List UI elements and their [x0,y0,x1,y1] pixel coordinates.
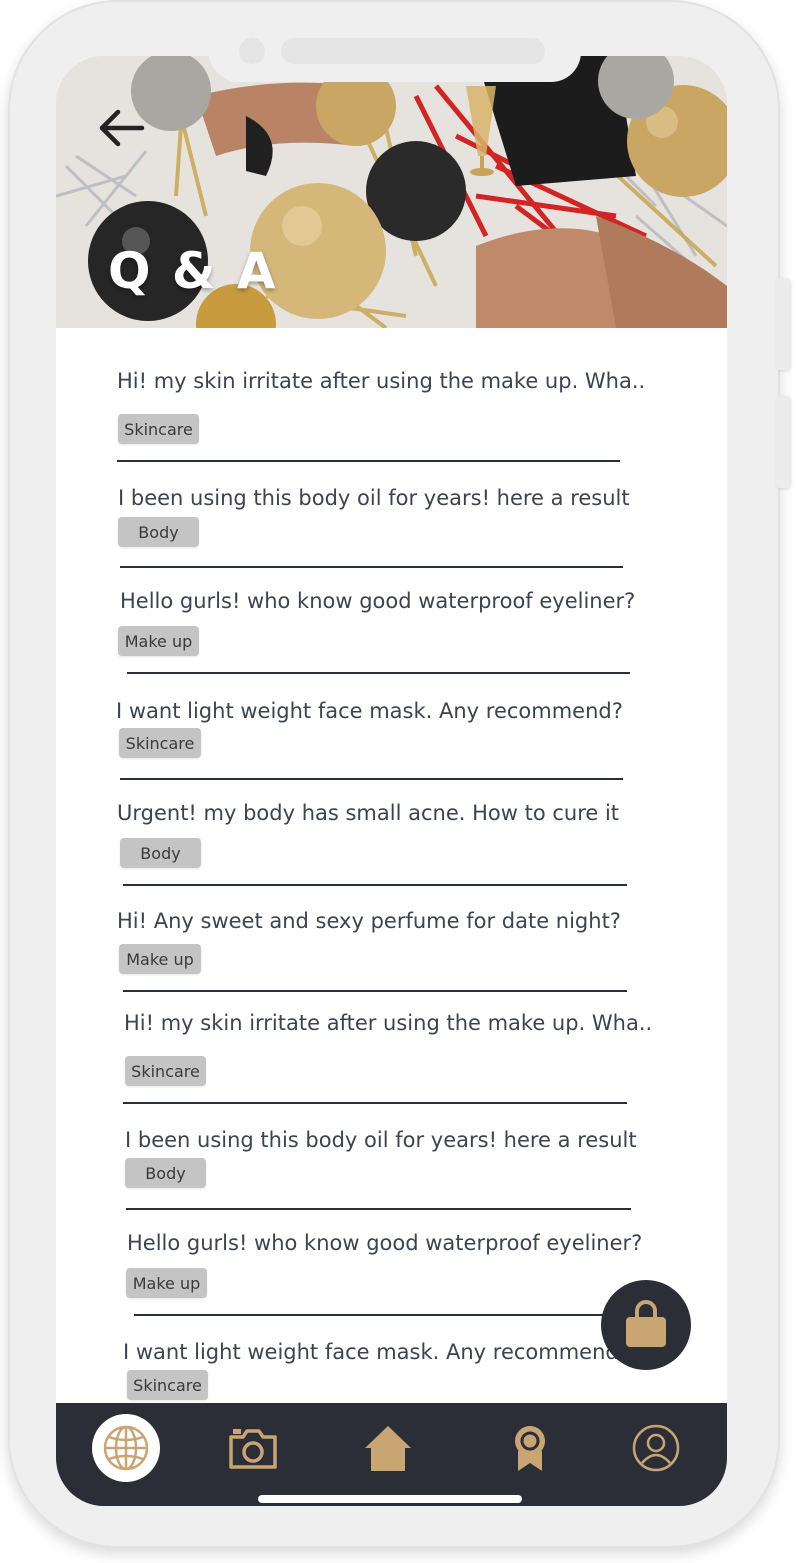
nav-award[interactable] [495,1413,565,1483]
home-indicator[interactable] [258,1495,522,1503]
profile-icon [632,1424,680,1472]
qa-divider [123,1102,627,1104]
bottom-nav [56,1403,727,1506]
qa-question[interactable]: Hi! my skin irritate after using the mak… [124,1011,652,1035]
qa-tag[interactable]: Body [125,1158,206,1188]
qa-question[interactable]: I been using this body oil for years! he… [125,1128,637,1152]
qa-tag[interactable]: Body [120,838,201,868]
qa-question[interactable]: Urgent! my body has small acne. How to c… [117,801,619,825]
qa-tag[interactable]: Skincare [118,414,199,444]
shopping-bag-button[interactable] [601,1280,691,1370]
globe-icon [103,1425,149,1471]
qa-divider [120,566,623,568]
qa-tag[interactable]: Skincare [119,728,201,758]
side-button-upper [776,278,790,370]
qa-question[interactable]: Hi! my skin irritate after using the mak… [117,369,645,393]
qa-question[interactable]: Hello gurls! who know good waterproof ey… [127,1231,642,1255]
home-icon [365,1426,411,1471]
qa-divider [120,778,623,780]
shopping-bag-icon [626,1300,666,1347]
qa-tag[interactable]: Skincare [125,1056,206,1086]
qa-question[interactable]: I been using this body oil for years! he… [118,486,630,510]
qa-divider [134,1314,609,1316]
side-button-lower [776,396,790,488]
page-title: Q & A [108,242,278,300]
award-icon [515,1426,545,1471]
qa-question[interactable]: Hi! Any sweet and sexy perfume for date … [117,909,621,933]
nav-profile[interactable] [621,1413,691,1483]
nav-home[interactable] [353,1413,423,1483]
front-camera [239,38,265,64]
qa-question[interactable]: I want light weight face mask. Any recom… [116,699,623,723]
qa-divider [126,1208,631,1210]
phone-notch [209,38,581,82]
camera-icon [229,1429,277,1469]
hero-banner: Q & A [56,56,727,328]
qa-tag[interactable]: Make up [118,626,199,656]
qa-divider [117,460,620,462]
qa-divider [123,884,627,886]
qa-tag[interactable]: Body [118,517,199,547]
qa-question[interactable]: Hello gurls! who know good waterproof ey… [120,589,635,613]
qa-divider [127,672,630,674]
back-arrow-icon[interactable] [94,106,148,150]
qa-divider [123,990,627,992]
app-screen: Q & A Hi! my skin irritate after using t… [56,56,727,1506]
qa-tag[interactable]: Skincare [127,1370,208,1400]
qa-tag[interactable]: Make up [119,944,201,974]
qa-question[interactable]: I want light weight face mask. Any recom… [123,1340,630,1364]
earpiece-speaker [281,38,545,64]
qa-tag[interactable]: Make up [126,1268,207,1298]
nav-camera[interactable] [218,1413,288,1483]
nav-globe[interactable] [91,1413,161,1483]
